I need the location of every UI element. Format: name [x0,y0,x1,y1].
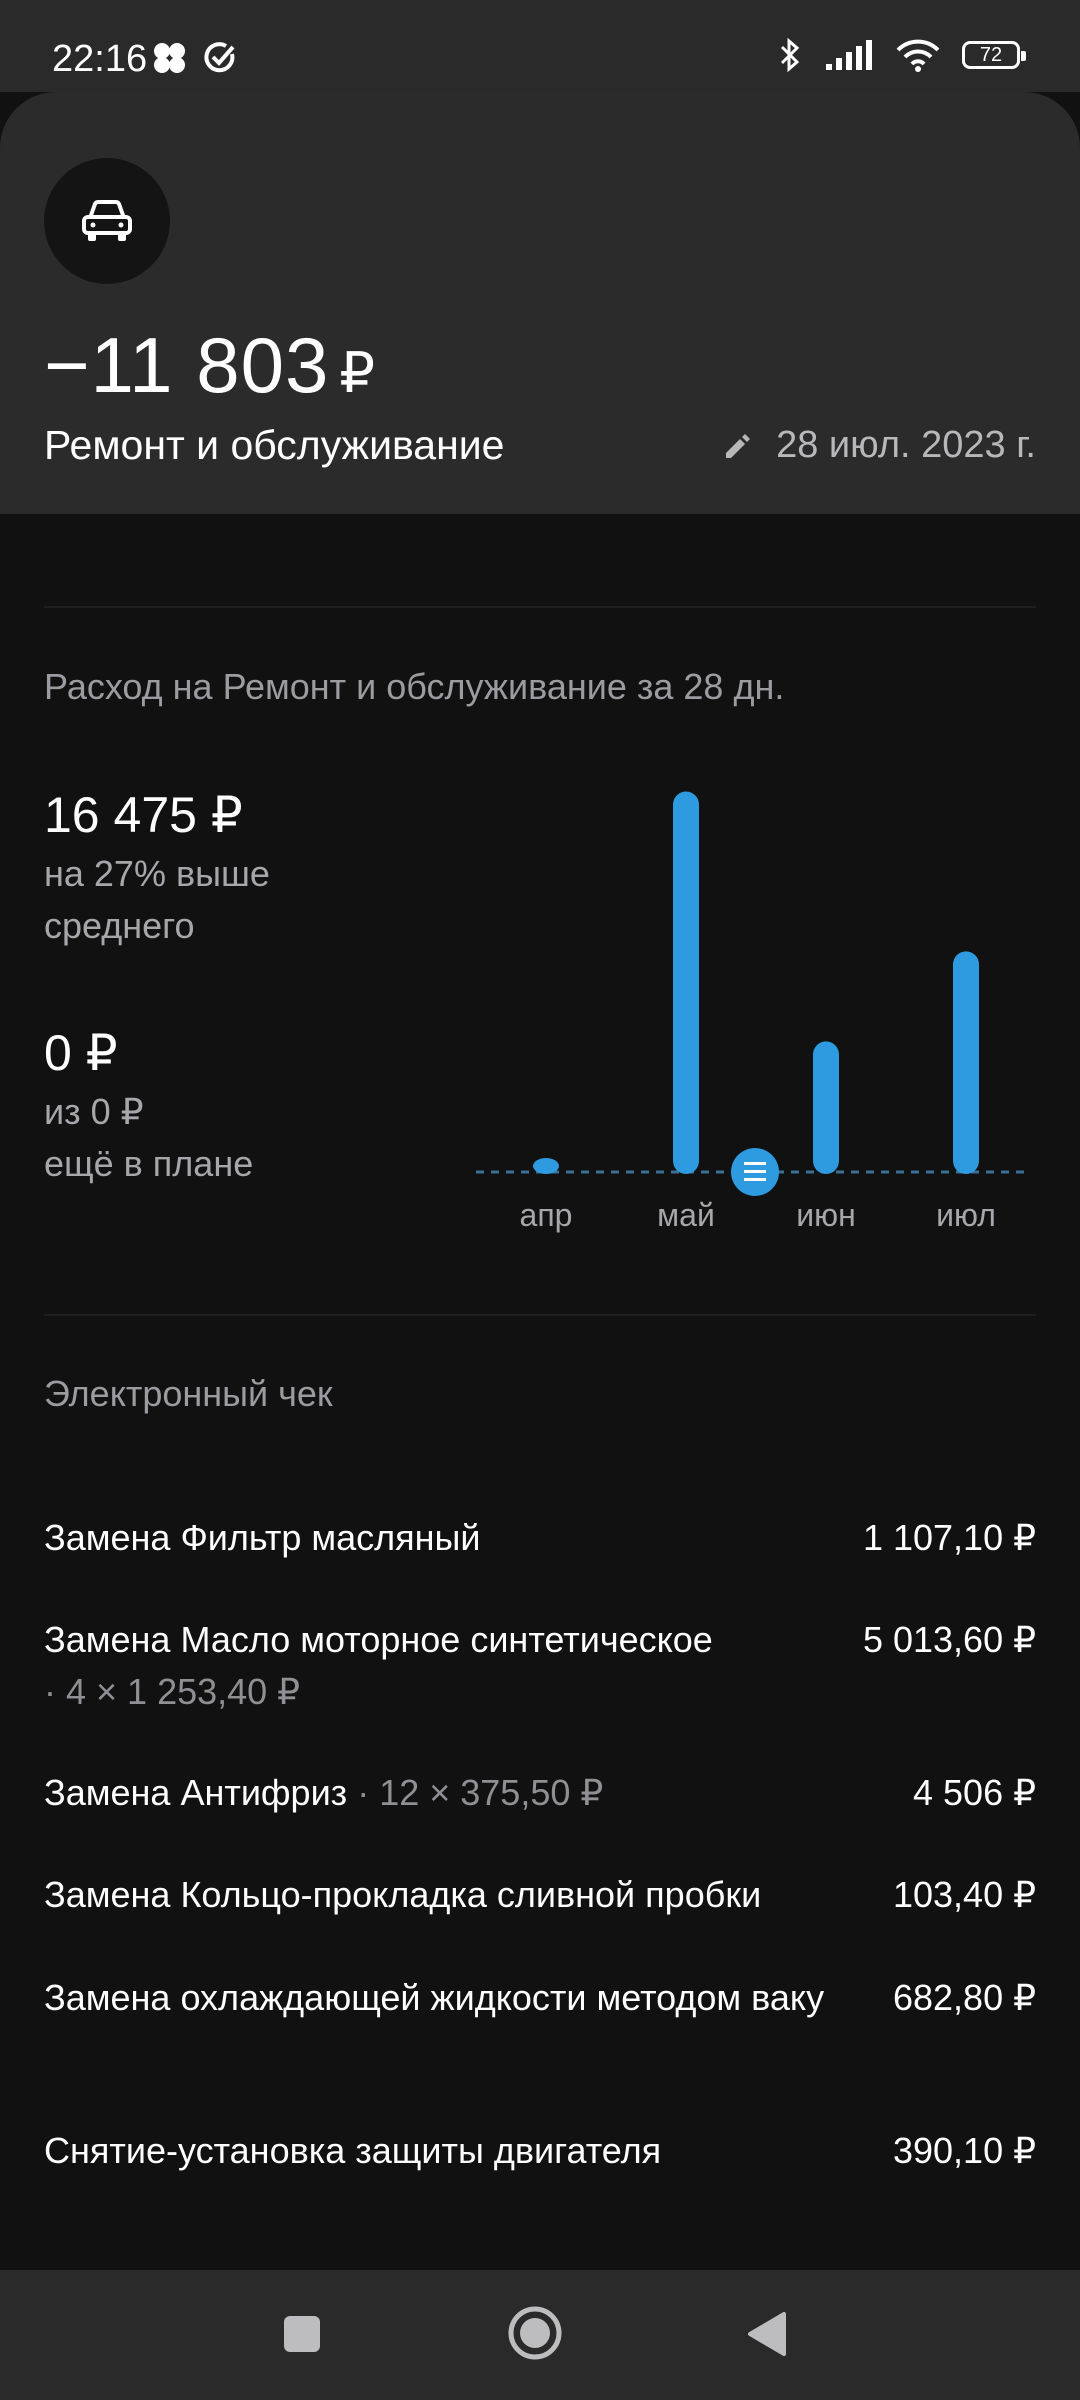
x-label-май: май [657,1197,715,1233]
receipt-item-name: Замена охлаждающей жидкости методом ваку [44,1977,825,2018]
x-label-апр: апр [520,1197,573,1233]
x-label-июл: июл [936,1197,996,1233]
spending-compare-line2: среднего [44,905,195,946]
receipt-item-price: 390,10 ₽ [892,2130,1036,2171]
plan-line2: ещё в плане [44,1143,254,1184]
bar-июн[interactable] [813,1041,839,1174]
battery-indicator: 72 [962,41,1026,69]
circle-icon[interactable] [506,2304,564,2362]
divider [44,1314,1036,1316]
status-left-icons [150,40,238,76]
transaction-amount: −11 803 ₽ [44,320,376,411]
chart-bars [533,791,979,1174]
receipt-item-name: Снятие-установка защиты двигателя [44,2130,662,2171]
receipt-item-price: 5 013,60 ₽ [862,1619,1036,1660]
square-icon[interactable] [282,2314,322,2354]
receipt-item-name: Замена Кольцо-прокладка сливной пробки [44,1874,762,1915]
date-edit[interactable]: 28 июл. 2023 г. [722,424,1036,467]
bar-апр[interactable] [533,1158,559,1174]
category-name[interactable]: Ремонт и обслуживание [44,422,504,469]
amount-currency: ₽ [339,341,376,404]
transaction-date: 28 июл. 2023 г. [776,424,1036,466]
receipt-item-qty: · 4 × 1 253,40 ₽ [44,1671,301,1712]
receipt-item-name: Замена Антифриз · 12 × 375,50 ₽ [44,1772,604,1813]
average-marker[interactable] [731,1148,779,1196]
receipt-item-price: 1 107,10 ₽ [862,1517,1036,1558]
receipt-item-qty: · 12 × 375,50 ₽ [357,1772,604,1813]
receipt-item-price: 4 506 ₽ [913,1772,1036,1813]
signal-icon [826,40,872,70]
bar-июл[interactable] [953,951,979,1174]
car-icon [82,200,132,241]
check-circle-icon [204,42,235,73]
receipt-item-price: 103,40 ₽ [892,1874,1036,1915]
spending-compare-line1: на 27% выше [44,853,270,894]
triangle-back-icon[interactable] [746,2310,788,2358]
status-right-icons: 72 [778,36,1026,74]
status-time: 22:16 [52,38,148,80]
x-label-июн: июн [796,1197,856,1233]
system-nav-bar [0,2270,1080,2400]
plan-value: 0 ₽ [44,1025,118,1081]
receipt-item-name: Замена Фильтр масляный [44,1517,481,1558]
spending-total: 16 475 ₽ [44,787,243,843]
spending-title: Расход на Ремонт и обслуживание за 28 дн… [44,666,785,707]
bluetooth-icon [780,37,800,73]
bar-май[interactable] [673,791,699,1174]
divider [44,606,1036,608]
scrolled-content-edge [0,514,1080,536]
app-notification-icon [154,43,185,73]
plan-line1: из 0 ₽ [44,1091,144,1132]
transaction-header: −11 803 ₽ Ремонт и обслуживание 28 июл. 2… [0,92,1080,514]
monthly-spending-chart[interactable]: апр май июн июл [470,760,1050,1250]
receipt-item-name: Замена Масло моторное синтетическое · 4 ×… [44,1619,713,1712]
chart-x-labels: апр май июн июл [520,1197,996,1233]
pencil-icon[interactable] [722,431,752,461]
amount-value: −11 803 [44,321,330,409]
wifi-icon [896,39,940,72]
receipt-title: Электронный чек [44,1373,333,1414]
status-bar: 22:16 72 [0,0,1080,92]
receipt-item-price: 682,80 ₽ [892,1977,1036,2018]
category-icon-badge [44,158,170,284]
